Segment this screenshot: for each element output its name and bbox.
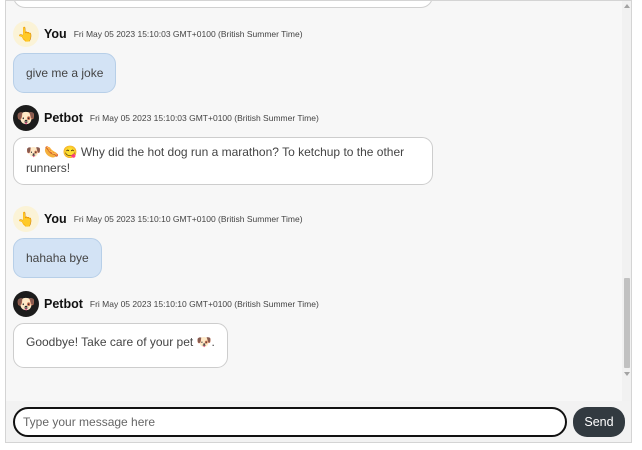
- message-text-line: 🐶 🌭 😋 Why did the hot dog run a marathon…: [26, 145, 405, 159]
- message-bubble: 🐶 🌭 😋 Why did the hot dog run a marathon…: [13, 137, 433, 185]
- timestamp: Fri May 05 2023 15:10:10 GMT+0100 (Briti…: [89, 299, 319, 309]
- chat-scrollbar[interactable]: [622, 1, 631, 401]
- petbot-avatar-icon: 🐶: [13, 291, 39, 317]
- message-bubble: hahaha bye: [13, 238, 102, 278]
- sender-name: Petbot: [44, 111, 83, 125]
- scroll-down-icon[interactable]: [622, 369, 631, 379]
- sender-name: You: [44, 27, 67, 41]
- scroll-up-icon[interactable]: [622, 1, 631, 11]
- message-bot: 🐶 Petbot Fri May 05 2023 15:10:10 GMT+01…: [13, 291, 319, 368]
- message-bot: 🐶 Petbot Fri May 05 2023 15:10:03 GMT+01…: [13, 105, 433, 185]
- message-input[interactable]: [13, 407, 567, 437]
- message-bubble: give me a joke: [13, 53, 117, 93]
- message-bubble: Goodbye! Take care of your pet 🐶.: [13, 323, 228, 368]
- composer: Send: [6, 401, 631, 442]
- previous-message-bubble: [13, 1, 433, 8]
- sender-name: Petbot: [44, 297, 83, 311]
- sender-name: You: [44, 212, 67, 226]
- message-list: 👆 You Fri May 05 2023 15:10:03 GMT+0100 …: [6, 1, 622, 401]
- send-button[interactable]: Send: [573, 407, 625, 437]
- petbot-avatar-icon: 🐶: [13, 105, 39, 131]
- scrollbar-thumb[interactable]: [624, 278, 630, 368]
- user-avatar-icon: 👆: [13, 206, 39, 232]
- message-user: 👆 You Fri May 05 2023 15:10:03 GMT+0100 …: [13, 21, 303, 93]
- timestamp: Fri May 05 2023 15:10:03 GMT+0100 (Briti…: [73, 29, 303, 39]
- message-text-line: runners!: [26, 161, 71, 175]
- user-avatar-icon: 👆: [13, 21, 39, 47]
- timestamp: Fri May 05 2023 15:10:03 GMT+0100 (Briti…: [89, 113, 319, 123]
- message-user: 👆 You Fri May 05 2023 15:10:10 GMT+0100 …: [13, 206, 303, 278]
- chat-window: 👆 You Fri May 05 2023 15:10:03 GMT+0100 …: [5, 0, 632, 443]
- timestamp: Fri May 05 2023 15:10:10 GMT+0100 (Briti…: [73, 214, 303, 224]
